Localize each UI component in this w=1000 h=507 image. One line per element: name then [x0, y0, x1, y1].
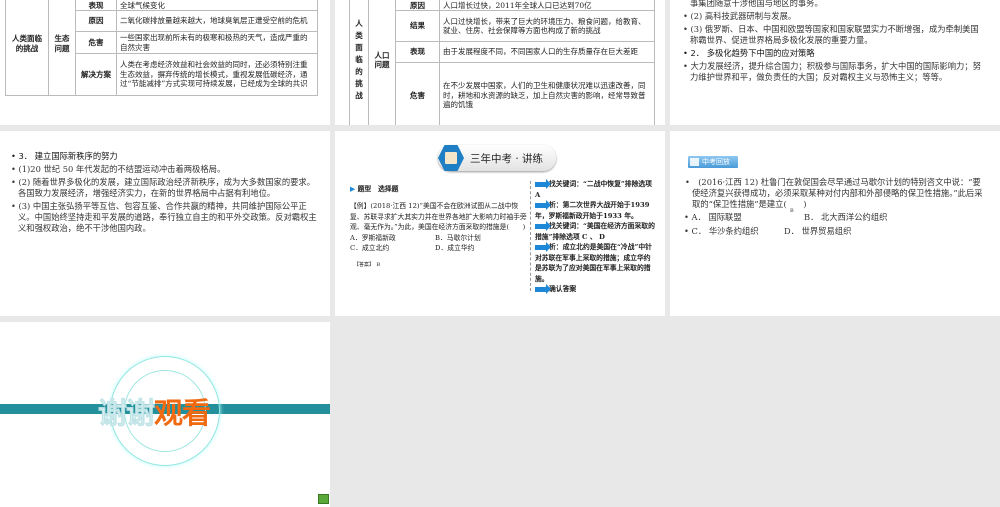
row-text: 全球气候变化 [116, 0, 318, 11]
slide-text: 事集团随意干涉他国与地区的事务。 • (2) 高科技武器研制与发展。 • (3)… [682, 0, 982, 85]
option-d: D．成立华约 [435, 244, 475, 252]
row-text: 一些国家出现前所未有的极寒和极热的天气，造成严重的自然灾害 [116, 31, 318, 54]
challenge-cell: 人类面临的挑战 [5, 0, 49, 96]
slide-thumbnail-2[interactable]: 人类面临的挑战 人口问题 原因 人口增长过快，2011年全球人口已达到70亿 结果 人口… [335, 0, 665, 125]
row-label: 危害 [395, 62, 440, 125]
analysis-steps: 找关键词：“二战中恢复”排除选项 A 析：第二次世界大战开始于1939 年，罗斯… [535, 179, 657, 295]
text-line: • (2) 高科技武器研制与发展。 [683, 11, 797, 21]
row-text: 人类在考虑经济效益和社会效益的同时，还必须特别注重生态效益，摒弃传统的增长模式，… [116, 53, 318, 96]
answer-label: 【答案】 [354, 261, 372, 268]
option-b: B．马歇尔计划 [435, 233, 481, 242]
issue-cell: 人口问题 [368, 0, 396, 125]
logo-text: 中考回放 [702, 158, 730, 166]
eco-table: 人类面临的挑战 生态问题 表现 全球气候变化 原因 二氧化碳排放量越来越大，地球臭氧层正… [5, 0, 318, 96]
exam-review-logo: 中考回放 [688, 156, 738, 168]
section-title: 三年中考 · 讲练 [470, 153, 544, 165]
row-text: 由于发展程度不同，不同国家人口的生存质量存在巨大差距 [439, 41, 655, 63]
slide-thumbnail-1[interactable]: 人类面临的挑战 生态问题 表现 全球气候变化 原因 二氧化碳排放量越来越大，地球臭氧层正… [0, 0, 330, 125]
arrow-icon [535, 221, 551, 231]
answer-value: B [376, 261, 381, 268]
slide-thumbnail-7[interactable]: 谢谢观看 [0, 322, 330, 507]
row-label: 表现 [395, 41, 440, 63]
option-c: • C． 华沙条约组织 [684, 226, 759, 236]
row-label: 解决方案 [75, 53, 117, 96]
text-line: • (3) 俄罗斯、日本、中国和欧盟等国家和国家联盟实力不断增强，成为牵制美国称… [683, 24, 979, 45]
step: 确认答案 [549, 285, 577, 293]
option-a: • A． 国际联盟 [684, 212, 742, 222]
thanks-white-text: 谢谢 [98, 396, 156, 431]
row-label: 原因 [395, 0, 440, 11]
row-label: 危害 [75, 31, 117, 54]
book-icon [690, 158, 699, 166]
slide-thumbnail-4[interactable]: • 3． 建立国际新秩序的努力 • (1)20 世纪 50 年代发起的不结盟运动… [0, 131, 330, 316]
slide-thumbnail-3[interactable]: 事集团随意干涉他国与地区的事务。 • (2) 高科技武器研制与发展。 • (3)… [670, 0, 1000, 125]
row-text: 在不少发展中国家，人们的卫生和健康状况难以迅速改善，同时，耕地和水资源的缺乏，加… [439, 62, 655, 125]
population-table: 人类面临的挑战 人口问题 原因 人口增长过快，2011年全球人口已达到70亿 结果 人口… [349, 0, 655, 125]
question-type-label: 题型 选择题 [357, 185, 399, 193]
section-header: 三年中考 · 讲练 [438, 145, 556, 171]
question-block: • (2016·江西 12) 杜鲁门在敦促国会尽早通过马歇尔计划的特别咨文中说：… [684, 177, 984, 237]
row-label: 结果 [395, 10, 440, 42]
option-d: D． 世界贸易组织 [784, 226, 852, 236]
text-line: 事集团随意干涉他国与地区的事务。 [690, 0, 823, 8]
row-label: 表现 [75, 0, 117, 11]
arrow-icon [535, 200, 551, 210]
arrow-icon [535, 242, 551, 252]
question-text: • (2016·江西 12) 杜鲁门在敦促国会尽早通过马歇尔计划的特别咨文中说：… [685, 177, 983, 209]
book-icon [438, 145, 464, 171]
issue-cell: 生态问题 [48, 0, 76, 96]
row-text: 二氧化碳排放量越来越大，地球臭氧层正遭受空前的危机 [116, 10, 318, 32]
option-c: C．成立北约 [350, 244, 390, 252]
arrow-icon [535, 284, 551, 294]
step: 找关键词：“二战中恢复”排除选项 A [535, 180, 652, 199]
option-a: A．罗斯福新政 [350, 233, 396, 242]
row-text: 人口增长过快，2011年全球人口已达到70亿 [439, 0, 655, 11]
text-line: • (3) 中国主张弘扬平等互信、包容互鉴、合作共赢的精神，共同维护国际公平正义… [11, 201, 317, 233]
text-line: • 大力发展经济，提升综合国力；积极参与国际事务，扩大中国的国际影响力；努力维护… [683, 61, 981, 82]
question-text: 【例】(2018·江西 12)“美国不会在欧洲试图从二战中恢复、苏联寻求扩大其实… [350, 202, 527, 231]
divider [530, 181, 531, 291]
step: 找关键词：“美国在经济方面采取的措施”排除选项 C 、 D [535, 222, 655, 241]
text-line: • (2) 随着世界多极化的发展，建立国际政治经济新秩序，成为大多数国家的要求。… [11, 177, 316, 198]
challenge-cell: 人类面临的挑战 [349, 0, 369, 125]
row-text: 人口过快增长，带来了巨大的环境压力、粮食问题，给教育、就业、住房、社会保障等方面… [439, 10, 655, 42]
text-heading: • 2． 多极化趋势下中国的应对策略 [683, 48, 815, 58]
option-b: B． 北大西洋公约组织 [804, 212, 888, 222]
slide-thumbnail-6[interactable]: 中考回放 • (2016·江西 12) 杜鲁门在敦促国会尽早通过马歇尔计划的特别… [670, 131, 1000, 316]
question-type: ▶ 题型 选择题 [350, 185, 399, 193]
thanks-orange-text: 观看 [154, 396, 211, 430]
arrow-icon [535, 179, 551, 189]
step: 析：第二次世界大战开始于1939 年，罗斯福新政开始于1933 年。 [535, 201, 650, 220]
text-heading: • 3． 建立国际新秩序的努力 [11, 151, 118, 161]
step: 析：成立北约是美国在“冷战”中针对苏联在军事上采取的措施；成立华约是苏联为了应对… [535, 243, 652, 283]
question-block: 【例】(2018·江西 12)“美国不会在欧洲试图从二战中恢复、苏联寻求扩大其实… [350, 201, 530, 270]
answer-mark: B [790, 208, 794, 214]
slide-text: • 3． 建立国际新秩序的努力 • (1)20 世纪 50 年代发起的不结盟运动… [10, 151, 318, 236]
row-label: 原因 [75, 10, 117, 32]
text-line: • (1)20 世纪 50 年代发起的不结盟运动冲击着两极格局。 [11, 164, 226, 174]
thanks-title: 谢谢观看 [98, 390, 211, 432]
slide-thumbnail-5[interactable]: 三年中考 · 讲练 ▶ 题型 选择题 【例】(2018·江西 12)“美国不会在… [335, 131, 665, 316]
